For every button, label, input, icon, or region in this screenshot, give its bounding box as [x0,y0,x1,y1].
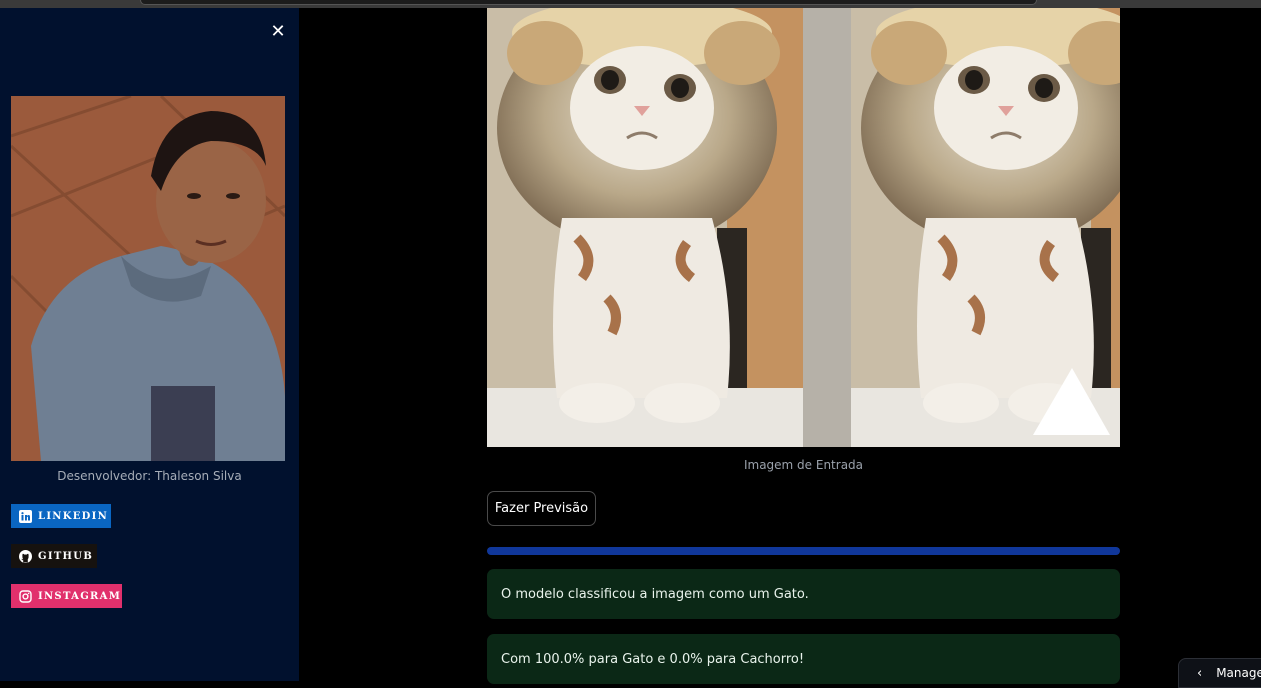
linkedin-label: LINKEDIN [38,510,109,522]
instagram-badge[interactable]: INSTAGRAM [11,584,122,608]
address-bar[interactable] [140,0,1037,5]
chevron-left-icon: ‹ [1197,665,1203,681]
manage-app-button[interactable]: ‹ Manage [1178,658,1261,688]
close-icon: ✕ [270,21,286,42]
probability-alert: Com 100.0% para Gato e 0.0% para Cachorr… [487,634,1120,684]
probability-message: Com 100.0% para Gato e 0.0% para Cachorr… [501,651,805,667]
github-label: GITHUB [38,550,94,562]
sidebar: ✕ Desenvolvedor: Thaleson Silva LINKEDIN… [0,8,299,681]
instagram-icon [19,589,32,603]
github-badge[interactable]: GITHUB [11,544,97,568]
input-image [487,8,1120,447]
image-caption: Imagem de Entrada [743,458,864,472]
manage-label: Manage [1216,666,1261,680]
result-alert: O modelo classificou a imagem como um Ga… [487,569,1120,619]
linkedin-badge[interactable]: LINKEDIN [11,504,111,528]
instagram-label: INSTAGRAM [38,590,122,602]
progress-bar [487,547,1120,555]
predict-button[interactable]: Fazer Previsão [487,491,596,526]
result-message: O modelo classificou a imagem como um Ga… [501,586,809,602]
progress-bar-fill [487,547,1120,555]
close-sidebar-button[interactable]: ✕ [268,22,288,42]
linkedin-icon [19,509,32,523]
github-icon [19,549,32,563]
developer-photo [11,96,285,461]
browser-top-bar [0,0,1261,8]
developer-caption: Desenvolvedor: Thaleson Silva [57,469,242,483]
